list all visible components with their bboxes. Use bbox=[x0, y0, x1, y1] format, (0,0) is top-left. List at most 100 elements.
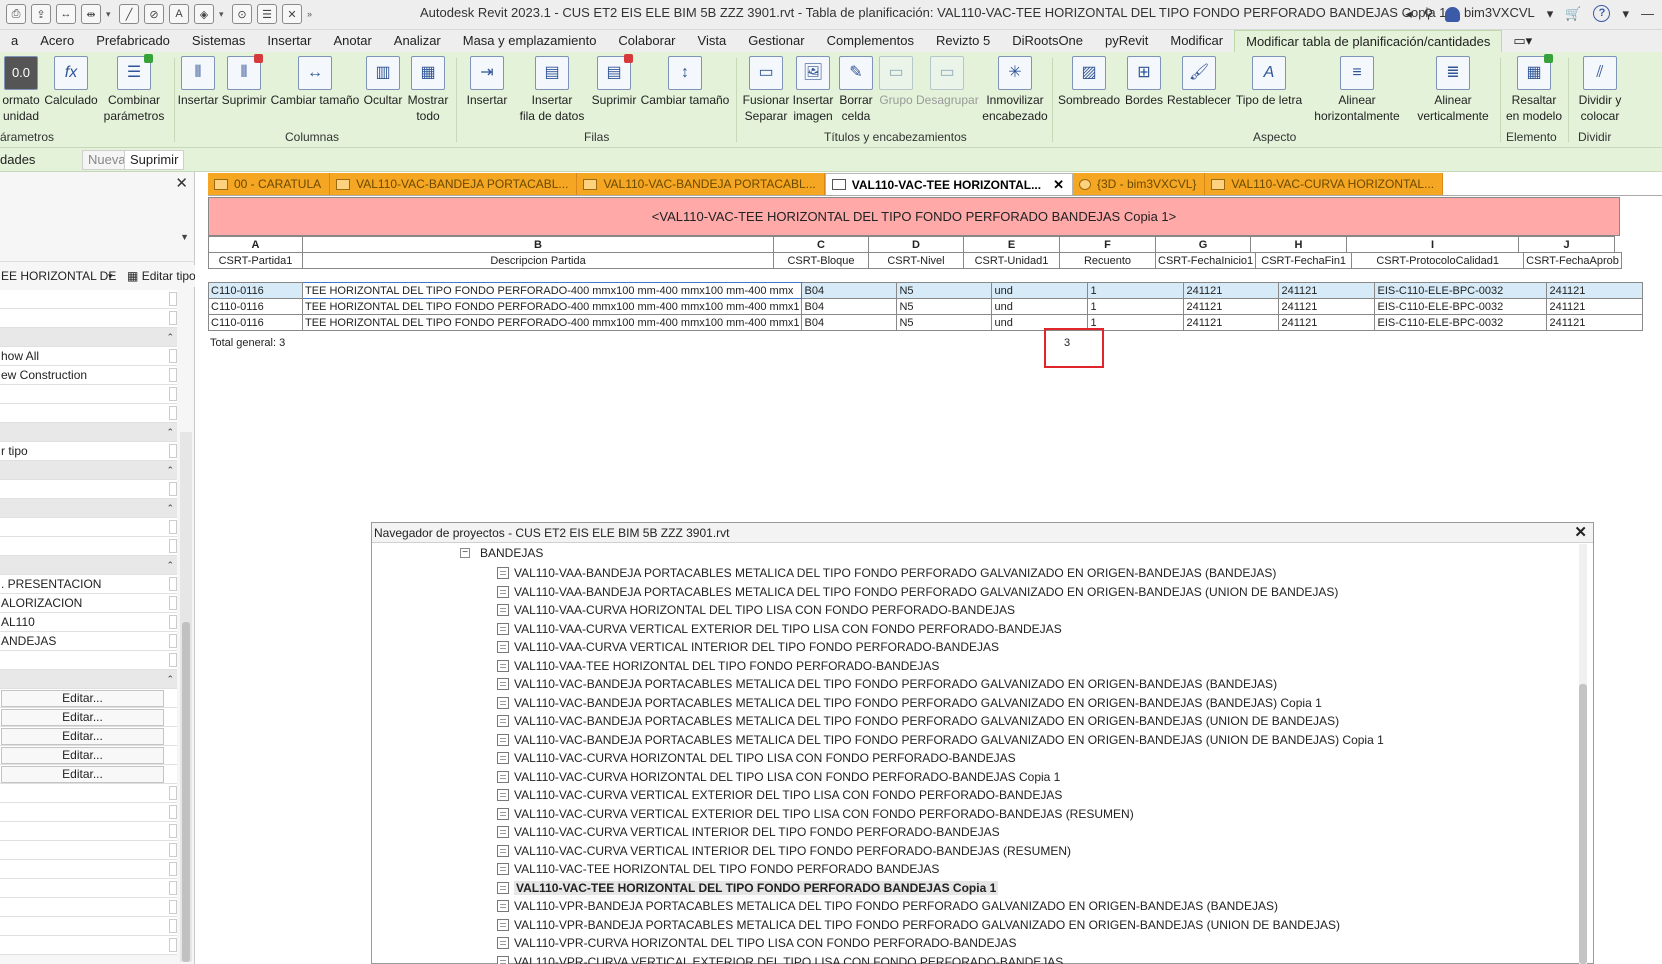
insertar-fila-datos-button[interactable]: ▤ Insertar fila de datos bbox=[514, 56, 590, 124]
column-header[interactable]: CSRT-ProtocoloCalidad1 bbox=[1351, 252, 1525, 269]
tree-item-selected[interactable]: VAL110-VAC-TEE HORIZONTAL DEL TIPO FONDO… bbox=[497, 879, 999, 897]
chevron-down-icon[interactable]: ▾ bbox=[219, 9, 227, 20]
doc-tab-caratula[interactable]: 00 - CARATULA bbox=[208, 173, 331, 195]
column-header[interactable]: CSRT-FechaFin1 bbox=[1255, 252, 1353, 269]
cell-descripcion[interactable]: TEE HORIZONTAL DEL TIPO FONDO PERFORADO-… bbox=[301, 314, 803, 331]
3d-view-icon[interactable]: ◈ bbox=[194, 4, 214, 24]
doc-tab-3d[interactable]: {3D - bim3VXCVL} bbox=[1073, 173, 1206, 195]
column-letter[interactable]: E bbox=[963, 236, 1060, 253]
doc-tab-bandeja-2[interactable]: VAL110-VAC-BANDEJA PORTACABL... bbox=[577, 173, 825, 195]
doc-tab-tee-horizontal[interactable]: VAL110-VAC-TEE HORIZONTAL... ✕ bbox=[824, 173, 1073, 195]
tab-revizto[interactable]: Revizto 5 bbox=[925, 30, 1001, 52]
editar-button[interactable]: Editar... bbox=[1, 690, 164, 707]
column-letter[interactable]: B bbox=[302, 236, 774, 253]
tree-item[interactable]: VAL110-VAC-TEE HORIZONTAL DEL TIPO FONDO… bbox=[497, 860, 939, 878]
collapse-icon[interactable]: ⌃ bbox=[166, 670, 174, 688]
cell-partida[interactable]: C110-0116 bbox=[208, 282, 303, 299]
property-row[interactable] bbox=[0, 860, 177, 879]
cart-icon[interactable]: 🛒 bbox=[1565, 6, 1581, 22]
tab-sistemas[interactable]: Sistemas bbox=[181, 30, 256, 52]
resaltar-modelo-button[interactable]: ▦ Resaltar en modelo bbox=[1502, 54, 1566, 124]
tab-vista[interactable]: Vista bbox=[687, 30, 738, 52]
cell-nivel[interactable]: N5 bbox=[896, 314, 993, 331]
cell-unidad[interactable]: und bbox=[991, 282, 1089, 299]
tree-item[interactable]: VAL110-VPR-CURVA HORIZONTAL DEL TIPO LIS… bbox=[497, 934, 1017, 952]
tab-analizar[interactable]: Analizar bbox=[383, 30, 452, 52]
tree-item[interactable]: VAL110-VAA-CURVA VERTICAL INTERIOR DEL T… bbox=[497, 638, 999, 656]
bordes-button[interactable]: ⊞ Bordes bbox=[1122, 56, 1166, 108]
cell-protocolo[interactable]: EIS-C110-ELE-BPC-0032 bbox=[1374, 314, 1548, 331]
cell-nivel[interactable]: N5 bbox=[896, 298, 993, 315]
column-letter[interactable]: H bbox=[1250, 236, 1347, 253]
cell-bloque[interactable]: B04 bbox=[801, 314, 898, 331]
property-row[interactable] bbox=[0, 651, 177, 670]
tree-item[interactable]: VAL110-VAA-BANDEJA PORTACABLES METALICA … bbox=[497, 564, 1276, 582]
property-section[interactable]: ⌃ bbox=[0, 499, 177, 518]
column-header[interactable]: CSRT-FechaAprob bbox=[1523, 252, 1622, 269]
tree-item[interactable]: VAL110-VAC-CURVA HORIZONTAL DEL TIPO LIS… bbox=[497, 749, 1016, 767]
property-row[interactable]: r tipo bbox=[0, 442, 177, 461]
cell-protocolo[interactable]: EIS-C110-ELE-BPC-0032 bbox=[1374, 298, 1548, 315]
columna-suprimir-button[interactable]: ⫴ Suprimir bbox=[220, 54, 268, 108]
table-row[interactable]: C110-0116 TEE HORIZONTAL DEL TIPO FONDO … bbox=[208, 282, 1644, 299]
scrollbar-thumb[interactable] bbox=[182, 622, 190, 962]
property-row[interactable] bbox=[0, 784, 177, 803]
fila-cambiar-tamano-button[interactable]: ↕ Cambiar tamaño bbox=[638, 56, 732, 108]
tree-item[interactable]: VAL110-VAC-CURVA HORIZONTAL DEL TIPO LIS… bbox=[497, 768, 1060, 786]
tree-item[interactable]: VAL110-VAC-CURVA VERTICAL EXTERIOR DEL T… bbox=[497, 805, 1134, 823]
property-row[interactable]: ALORIZACION bbox=[0, 594, 177, 613]
collapse-icon[interactable]: ⌃ bbox=[166, 461, 174, 479]
column-header[interactable]: Recuento bbox=[1059, 252, 1156, 269]
property-row[interactable] bbox=[0, 309, 177, 328]
cell-protocolo[interactable]: EIS-C110-ELE-BPC-0032 bbox=[1374, 282, 1548, 299]
chevron-down-icon[interactable]: ▾ bbox=[1547, 6, 1554, 22]
cell-bloque[interactable]: B04 bbox=[801, 298, 898, 315]
property-row[interactable]: ew Construction bbox=[0, 366, 177, 385]
minimize-icon[interactable]: — bbox=[1641, 6, 1654, 21]
chevron-down-icon[interactable]: ▾ bbox=[108, 265, 113, 287]
property-row[interactable] bbox=[0, 537, 177, 556]
grupo-button[interactable]: ▭ Grupo bbox=[876, 56, 916, 108]
cell-fecha-aprob[interactable]: 241121 bbox=[1546, 282, 1644, 299]
cell-nivel[interactable]: N5 bbox=[896, 282, 993, 299]
calculado-button[interactable]: fx Calculado bbox=[40, 56, 102, 108]
ribbon-options-icon[interactable]: ▭▾ bbox=[1502, 30, 1543, 52]
tree-item[interactable]: VAL110-VAC-CURVA VERTICAL INTERIOR DEL T… bbox=[497, 823, 1000, 841]
property-section[interactable]: ⌃ bbox=[0, 670, 177, 689]
tree-item[interactable]: VAL110-VPR-BANDEJA PORTACABLES METALICA … bbox=[497, 897, 1278, 915]
alinear-horizontal-button[interactable]: ≡ Alinear horizontalmente bbox=[1310, 56, 1404, 124]
editar-button[interactable]: Editar... bbox=[1, 709, 164, 726]
tab-dirootsone[interactable]: DiRootsOne bbox=[1001, 30, 1094, 52]
close-icon[interactable]: ✕ bbox=[1574, 523, 1587, 543]
fila-insertar-button[interactable]: ⇥ Insertar bbox=[462, 56, 512, 108]
line-icon[interactable]: ╱ bbox=[119, 4, 139, 24]
property-row[interactable] bbox=[0, 404, 177, 423]
fusionar-separar-button[interactable]: ▭ Fusionar Separar bbox=[742, 56, 790, 124]
cell-bloque[interactable]: B04 bbox=[801, 282, 898, 299]
thin-lines-icon[interactable]: ☰ bbox=[257, 4, 277, 24]
cell-fecha-inicio[interactable]: 241121 bbox=[1183, 314, 1280, 331]
property-row[interactable]: AL110 bbox=[0, 613, 177, 632]
insertar-imagen-button[interactable]: 🖼 Insertar imagen bbox=[790, 56, 836, 124]
cell-fecha-fin[interactable]: 241121 bbox=[1278, 314, 1376, 331]
close-views-icon[interactable]: ✕ bbox=[282, 4, 302, 24]
cell-partida[interactable]: C110-0116 bbox=[208, 314, 303, 331]
back-arrow-icon[interactable]: ◂ bbox=[1405, 6, 1412, 22]
tab-a[interactable]: a bbox=[0, 30, 29, 52]
column-header[interactable]: CSRT-FechaInicio1 bbox=[1154, 252, 1257, 269]
column-header[interactable]: CSRT-Unidad1 bbox=[963, 252, 1060, 269]
column-letter[interactable]: I bbox=[1346, 236, 1519, 253]
tree-item[interactable]: VAL110-VAC-BANDEJA PORTACABLES METALICA … bbox=[497, 675, 1277, 693]
close-icon[interactable]: ✕ bbox=[175, 174, 188, 192]
tab-complementos[interactable]: Complementos bbox=[816, 30, 925, 52]
property-row[interactable] bbox=[0, 917, 177, 936]
cell-fecha-inicio[interactable]: 241121 bbox=[1183, 282, 1280, 299]
doc-tab-bandeja-1[interactable]: VAL110-VAC-BANDEJA PORTACABL... bbox=[330, 173, 578, 195]
collapse-icon[interactable]: ⌃ bbox=[166, 499, 174, 517]
property-row[interactable] bbox=[0, 879, 177, 898]
tab-gestionar[interactable]: Gestionar bbox=[737, 30, 815, 52]
column-letter[interactable]: A bbox=[208, 236, 303, 253]
alinear-vertical-button[interactable]: ≣ Alinear verticalmente bbox=[1408, 56, 1498, 124]
more-icon[interactable]: » bbox=[307, 9, 315, 19]
editar-button[interactable]: Editar... bbox=[1, 728, 164, 745]
